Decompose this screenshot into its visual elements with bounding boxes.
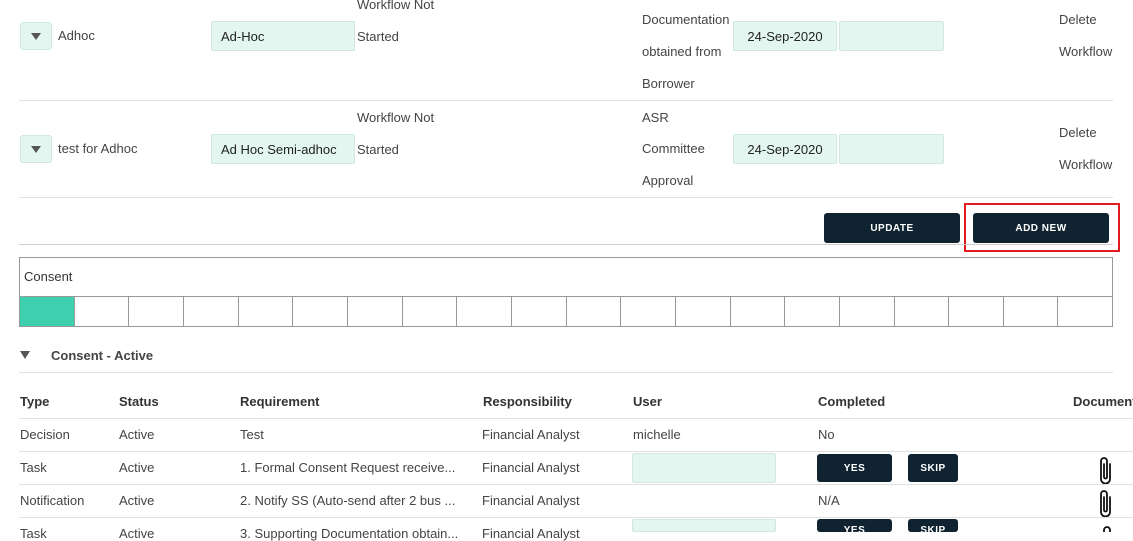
workflow-2-status-line1: Workflow Not: [357, 110, 435, 125]
paperclip-icon[interactable]: [1096, 520, 1116, 532]
section-title-divider: [19, 372, 1113, 373]
table-row-divider: [19, 484, 1133, 485]
paperclip-icon[interactable]: [1096, 454, 1116, 488]
user-select[interactable]: [632, 453, 776, 483]
col-header-status: Status: [119, 394, 159, 409]
paperclip-icon[interactable]: [1096, 487, 1116, 521]
section-divider: [19, 244, 1113, 245]
cell-responsibility: Financial Analyst: [482, 493, 580, 508]
cell-status: Active: [119, 526, 155, 541]
workflow-2-delete-link-line2[interactable]: Workflow: [1059, 157, 1112, 172]
workflow-2-type-select[interactable]: Ad Hoc Semi-adhoc: [211, 134, 355, 164]
consent-progress-segment: [184, 297, 239, 326]
cell-responsibility: Financial Analyst: [482, 526, 580, 541]
skip-button[interactable]: SKIP: [908, 519, 958, 536]
workflow-1-dropdown[interactable]: [20, 22, 52, 50]
consent-progress-segment: [457, 297, 512, 326]
cell-status: Active: [119, 460, 155, 475]
col-header-user: User: [633, 394, 662, 409]
consent-progress-segment: [348, 297, 403, 326]
cell-user: michelle: [633, 427, 681, 442]
consent-title: Consent: [24, 269, 73, 284]
col-header-type: Type: [20, 394, 50, 409]
cell-type: Decision: [20, 427, 70, 442]
consent-progress-segment: [895, 297, 950, 326]
workflow-2-date-field[interactable]: 24-Sep-2020: [733, 134, 837, 164]
consent-progress-segments: [20, 297, 1112, 326]
workflow-1-name: Adhoc: [58, 28, 95, 43]
cell-type: Notification: [20, 493, 85, 508]
chevron-down-icon: [31, 145, 41, 153]
workflow-2-name: test for Adhoc: [58, 141, 138, 156]
user-select[interactable]: [632, 519, 776, 532]
cell-requirement[interactable]: 1. Formal Consent Request receive...: [240, 460, 465, 475]
row-divider: [19, 197, 1113, 198]
workflow-1-delete-link-line2[interactable]: Workflow: [1059, 44, 1112, 59]
cell-completed: No: [818, 427, 835, 442]
col-header-responsibility: Responsibility: [483, 394, 572, 409]
cell-completed: N/A: [818, 493, 840, 508]
table-row-divider: [19, 451, 1133, 452]
consent-progress-segment: [403, 297, 458, 326]
consent-progress-segment: [239, 297, 294, 326]
col-header-completed: Completed: [818, 394, 886, 409]
consent-progress-segment: [512, 297, 567, 326]
workflow-1-status-line1: Workflow Not: [357, 0, 435, 12]
cell-status: Active: [119, 493, 155, 508]
consent-progress-segment: [731, 297, 786, 326]
yes-button[interactable]: YES: [817, 454, 892, 482]
collapse-triangle-icon[interactable]: [20, 351, 30, 359]
row-divider: [19, 100, 1113, 101]
workflow-1-desc-line3: Borrower: [642, 76, 695, 91]
workflow-1-type-select[interactable]: Ad-Hoc: [211, 21, 355, 51]
cell-status: Active: [119, 427, 155, 442]
consent-progress-box: Consent: [19, 257, 1113, 327]
consent-progress-segment: [676, 297, 731, 326]
workflow-1-date-field[interactable]: 24-Sep-2020: [733, 21, 837, 51]
workflow-2-desc-line1: ASR: [642, 110, 669, 125]
col-header-requirement: Requirement: [240, 394, 320, 409]
consent-progress-segment: [75, 297, 130, 326]
workflow-1-date2-field[interactable]: [839, 21, 944, 51]
consent-progress-segment: [129, 297, 184, 326]
consent-progress-segment: [567, 297, 622, 326]
workflow-1-delete-link[interactable]: Delete: [1059, 12, 1097, 27]
yes-button[interactable]: YES: [817, 519, 892, 536]
cell-type: Task: [20, 460, 47, 475]
consent-progress-segment: [1004, 297, 1059, 326]
cell-type: Task: [20, 526, 47, 541]
chevron-down-icon: [31, 32, 41, 40]
consent-progress-segment: [293, 297, 348, 326]
table-row-divider: [19, 517, 1133, 518]
workflow-2-desc-line3: Approval: [642, 173, 694, 188]
cell-requirement: Test: [240, 427, 264, 442]
consent-progress-segment: [949, 297, 1004, 326]
cell-responsibility: Financial Analyst: [482, 460, 580, 475]
section-title: Consent - Active: [51, 348, 154, 363]
workflow-2-date2-field[interactable]: [839, 134, 944, 164]
workflow-2-status-line2: Started: [357, 142, 399, 157]
workflow-2-dropdown[interactable]: [20, 135, 52, 163]
col-header-document: Document: [1073, 394, 1133, 409]
header-divider: [19, 418, 1133, 419]
consent-progress-segment: [785, 297, 840, 326]
update-button[interactable]: UPDATE: [824, 213, 960, 243]
consent-progress-segment: [1058, 297, 1112, 326]
workflow-1-desc-line2: obtained from: [642, 44, 722, 59]
consent-progress-segment: [840, 297, 895, 326]
cell-responsibility: Financial Analyst: [482, 427, 580, 442]
consent-progress-segment: [20, 297, 75, 326]
workflow-1-status-line2: Started: [357, 29, 399, 44]
workflow-1-desc-line1: Documentation: [642, 12, 730, 27]
skip-button[interactable]: SKIP: [908, 454, 958, 482]
workflow-2-desc-line2: Committee: [642, 141, 705, 156]
workflow-2-delete-link[interactable]: Delete: [1059, 125, 1097, 140]
add-new-button[interactable]: ADD NEW: [973, 213, 1109, 243]
cell-requirement[interactable]: 3. Supporting Documentation obtain...: [240, 526, 465, 541]
consent-progress-segment: [621, 297, 676, 326]
cell-requirement[interactable]: 2. Notify SS (Auto-send after 2 bus ...: [240, 493, 465, 508]
